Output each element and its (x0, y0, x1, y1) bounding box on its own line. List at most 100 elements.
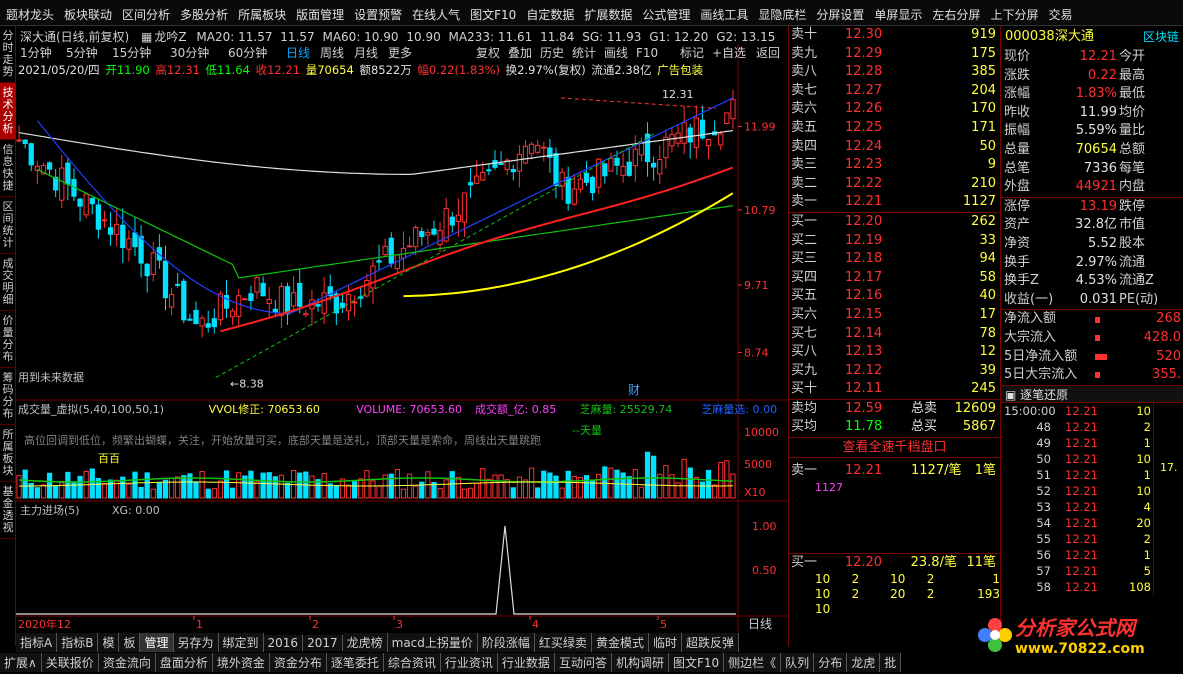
indicator-tab-8[interactable]: 2017 (303, 635, 343, 651)
candle-body[interactable] (419, 231, 425, 238)
candle-body[interactable] (229, 310, 236, 318)
candle-body[interactable] (583, 172, 590, 183)
function-tab-10[interactable]: 互动问答 (554, 653, 612, 672)
candle-body[interactable] (242, 298, 248, 301)
indicator-tab-1[interactable]: 指标B (57, 633, 99, 652)
candle-body[interactable] (132, 232, 138, 248)
indicator-tab-3[interactable]: 板 (119, 633, 141, 652)
candle-body[interactable] (413, 227, 419, 248)
candle-body[interactable] (345, 293, 352, 312)
candle-body[interactable] (144, 263, 150, 277)
menu-item-16[interactable]: 左右分屏 (926, 0, 984, 23)
indicator-tab-4[interactable]: 管理 (140, 633, 174, 652)
bid-row[interactable]: 买六 12.15 17 (789, 306, 1000, 325)
toolbar-button-3[interactable]: 统计 (572, 46, 596, 60)
function-tab-6[interactable]: 逐笔委托 (326, 653, 384, 672)
candle-body[interactable] (370, 265, 376, 289)
candle-body[interactable] (303, 313, 309, 316)
indicator-tab-12[interactable]: 红买绿卖 (534, 633, 592, 652)
candle-body[interactable] (376, 260, 382, 263)
menu-item-11[interactable]: 公式管理 (636, 0, 694, 23)
period-tab-0[interactable]: 1分钟 (20, 45, 52, 60)
function-tab-12[interactable]: 图文F10 (668, 653, 725, 672)
ask-row[interactable]: 卖三 12.23 9 (789, 156, 1000, 175)
kline-chart[interactable]: 1分钟 5分钟 15分钟 30分钟 60分钟 日线 周线 月线 更多 复权 叠加 历史 统计 画线 F10 标… (16, 44, 788, 632)
toolbar-button-7[interactable]: +自选 (712, 46, 746, 60)
menu-item-0[interactable]: 题材龙头 (0, 0, 58, 23)
function-tab-11[interactable]: 机构调研 (611, 653, 669, 672)
period-tab-6[interactable]: 周线 (320, 46, 344, 60)
toolbar-button-8[interactable]: 返回 (756, 46, 780, 60)
indicator-tab-2[interactable]: 模 (98, 633, 120, 652)
function-tab-14[interactable]: 队列 (781, 653, 815, 672)
candle-body[interactable] (425, 232, 431, 236)
menu-item-4[interactable]: 所属板块 (232, 0, 290, 23)
candle-body[interactable] (162, 260, 169, 299)
candle-body[interactable] (602, 163, 608, 177)
ask-row[interactable]: 卖八 12.28 385 (789, 63, 1000, 82)
left-tab-1[interactable]: 技术分析 (0, 83, 16, 140)
candle-body[interactable] (199, 317, 205, 327)
candle-body[interactable] (431, 228, 437, 235)
full-book-button[interactable]: 查看全速千档盘口 (789, 438, 1000, 459)
candle-body[interactable] (28, 143, 34, 166)
candle-body[interactable] (65, 162, 71, 185)
menu-item-3[interactable]: 多股分析 (174, 0, 232, 23)
menu-item-6[interactable]: 设置预警 (348, 0, 406, 23)
candle-body[interactable] (681, 122, 687, 144)
menu-item-18[interactable]: 交易 (1042, 0, 1076, 23)
function-tab-16[interactable]: 龙虎 (847, 653, 881, 672)
period-tab-8[interactable]: 更多 (388, 46, 412, 60)
candle-body[interactable] (437, 230, 443, 246)
candle-body[interactable] (461, 192, 468, 223)
candle-body[interactable] (657, 158, 663, 175)
toolbar-button-5[interactable]: F10 (636, 46, 658, 60)
indicator-tab-6[interactable]: 绑定到 (218, 633, 264, 652)
candle-body[interactable] (175, 283, 181, 286)
indicator-tab-11[interactable]: 阶段涨幅 (477, 633, 535, 652)
candle-body[interactable] (589, 177, 596, 194)
toolbar-button-2[interactable]: 历史 (540, 46, 564, 60)
candle-body[interactable] (608, 157, 614, 172)
candle-body[interactable] (223, 295, 230, 309)
candle-body[interactable] (626, 161, 632, 176)
function-tab-4[interactable]: 境外资金 (212, 653, 270, 672)
candle-body[interactable] (315, 304, 321, 307)
indicator-tab-0[interactable]: 指标A (16, 633, 58, 652)
function-tab-3[interactable]: 盘面分析 (155, 653, 213, 672)
candle-body[interactable] (150, 252, 156, 275)
candle-body[interactable] (248, 293, 254, 301)
indicator-tab-13[interactable]: 黄金模式 (591, 633, 649, 652)
candle-body[interactable] (236, 295, 242, 317)
info-ad[interactable]: 广告包装 (657, 63, 703, 77)
menu-item-7[interactable]: 在线人气 (406, 0, 464, 23)
ask-row[interactable]: 卖七 12.27 204 (789, 82, 1000, 101)
candle-body[interactable] (254, 277, 260, 293)
candle-body[interactable] (181, 280, 187, 321)
candle-body[interactable] (406, 245, 413, 248)
candle-body[interactable] (650, 162, 657, 168)
candle-body[interactable] (193, 309, 199, 325)
ask-row[interactable]: 卖十 12.30 919 (789, 26, 1000, 45)
left-tab-2[interactable]: 信息快捷 (0, 140, 16, 197)
candle-body[interactable] (638, 142, 645, 156)
toolbar-button-1[interactable]: 叠加 (508, 46, 532, 60)
candle-body[interactable] (553, 153, 559, 186)
menu-item-5[interactable]: 版面管理 (290, 0, 348, 23)
candle-body[interactable] (559, 171, 565, 187)
indicator-tab-7[interactable]: 2016 (263, 635, 304, 651)
left-tab-0[interactable]: 分时走势 (0, 26, 16, 83)
period-tab-3[interactable]: 30分钟 (170, 45, 209, 60)
candle-body[interactable] (718, 133, 724, 146)
function-tab-15[interactable]: 分布 (814, 653, 848, 672)
candle-body[interactable] (535, 144, 541, 153)
bid-row[interactable]: 买四 12.17 58 (789, 269, 1000, 288)
candle-body[interactable] (486, 169, 492, 172)
candle-body[interactable] (126, 238, 132, 250)
ask-row[interactable]: 卖五 12.25 171 (789, 119, 1000, 138)
function-tab-17[interactable]: 批 (880, 653, 902, 672)
period-tab-2[interactable]: 15分钟 (112, 45, 151, 60)
function-tab-8[interactable]: 行业资讯 (440, 653, 498, 672)
menu-item-17[interactable]: 上下分屏 (984, 0, 1042, 23)
function-tab-13[interactable]: 侧边栏《 (724, 653, 782, 672)
